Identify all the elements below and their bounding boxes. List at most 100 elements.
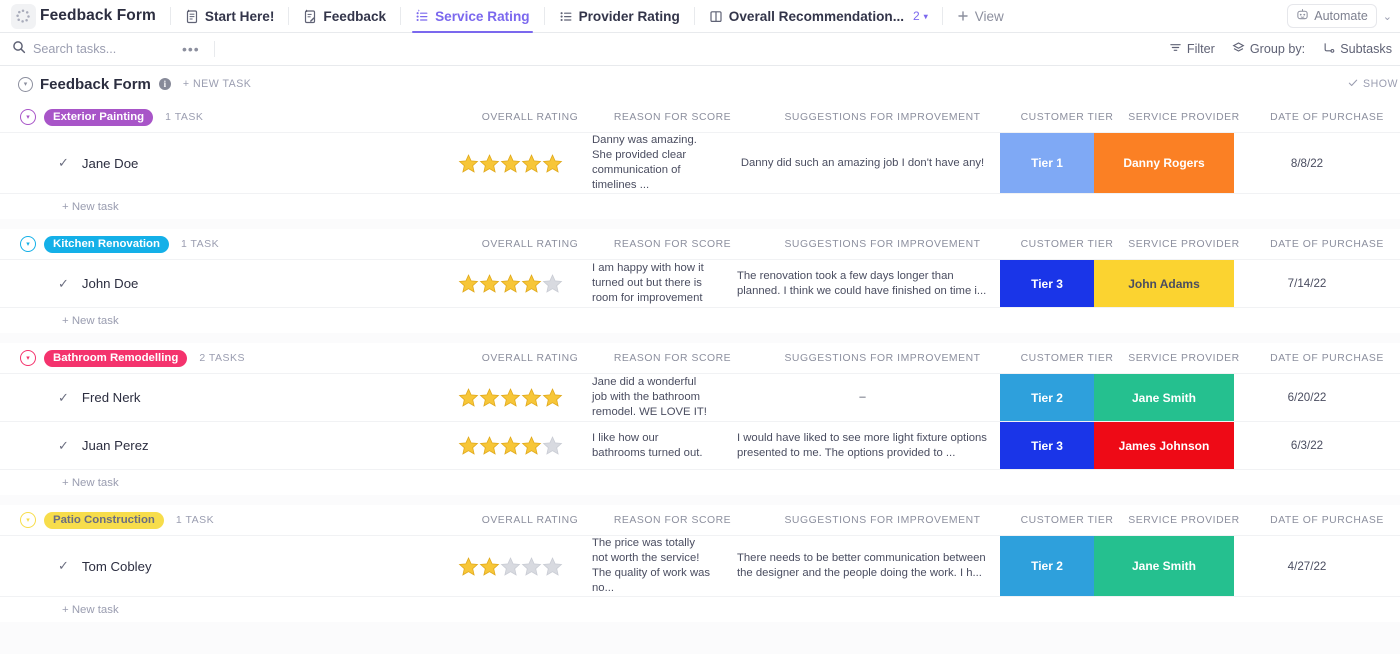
service-provider-cell[interactable]: Jane Smith [1094,374,1234,421]
column-header-tier[interactable]: CUSTOMER TIER [1020,112,1114,123]
suggestions-cell[interactable]: There needs to be better communication b… [725,536,1000,596]
suggestions-cell[interactable]: – [725,374,1000,421]
star-filled-icon[interactable] [521,273,542,294]
star-filled-icon[interactable] [458,435,479,456]
service-provider-cell[interactable]: Jane Smith [1094,536,1234,596]
star-rating[interactable] [458,153,563,174]
check-icon[interactable]: ✓ [58,155,69,171]
star-filled-icon[interactable] [521,435,542,456]
column-header-reason[interactable]: REASON FOR SCORE [600,353,745,364]
subtasks-button[interactable]: Subtasks [1322,41,1392,57]
check-icon[interactable]: ✓ [58,390,69,406]
star-filled-icon[interactable] [521,153,542,174]
table-row[interactable]: ✓Tom Cobley The price was totally not wor… [0,535,1400,596]
column-header-rating[interactable]: OVERALL RATING [460,239,600,250]
group-name-tag[interactable]: Bathroom Remodelling [44,350,187,367]
star-empty-icon[interactable] [521,556,542,577]
tab-service-rating[interactable]: Service Rating [401,0,543,32]
add-new-task-row[interactable]: + New task [0,596,1400,622]
suggestions-cell[interactable]: Danny did such an amazing job I don't ha… [725,133,1000,193]
tab-start-here[interactable]: Start Here! [171,0,289,32]
search-container[interactable] [12,40,182,59]
star-filled-icon[interactable] [479,387,500,408]
new-task-button[interactable]: + NEW TASK [183,78,251,90]
column-header-sugg[interactable]: SUGGESTIONS FOR IMPROVEMENT [745,112,1020,123]
date-of-purchase-cell[interactable]: 6/20/22 [1234,374,1380,421]
task-name-cell[interactable]: ✓Fred Nerk [0,374,440,421]
column-header-rating[interactable]: OVERALL RATING [460,353,600,364]
star-filled-icon[interactable] [458,273,479,294]
column-header-rating[interactable]: OVERALL RATING [460,112,600,123]
customer-tier-cell[interactable]: Tier 1 [1000,133,1094,193]
tab-provider-rating[interactable]: Provider Rating [545,0,694,32]
column-header-sugg[interactable]: SUGGESTIONS FOR IMPROVEMENT [745,239,1020,250]
star-filled-icon[interactable] [521,387,542,408]
group-name-tag[interactable]: Kitchen Renovation [44,236,169,253]
service-provider-cell[interactable]: John Adams [1094,260,1234,307]
check-icon[interactable]: ✓ [58,438,69,454]
table-row[interactable]: ✓John DoeI am happy with how it turned o… [0,259,1400,307]
overall-rating-cell[interactable] [440,422,580,469]
overall-rating-cell[interactable] [440,133,580,193]
customer-tier-cell[interactable]: Tier 3 [1000,260,1094,307]
add-new-task-row[interactable]: + New task [0,469,1400,495]
star-rating[interactable] [458,435,563,456]
chevron-down-icon[interactable]: ⌄ [1383,10,1392,23]
column-header-date[interactable]: DATE OF PURCHASE [1254,515,1400,526]
column-header-rating[interactable]: OVERALL RATING [460,515,600,526]
reason-for-score-cell[interactable]: I like how our bathrooms turned out. [580,422,725,469]
column-header-sugg[interactable]: SUGGESTIONS FOR IMPROVEMENT [745,353,1020,364]
tab-overall-recommendation[interactable]: Overall Recommendation... 2 ▾ [695,0,942,32]
star-rating[interactable] [458,556,563,577]
group-by-button[interactable]: Group by: [1232,41,1305,57]
column-header-date[interactable]: DATE OF PURCHASE [1254,239,1400,250]
reason-for-score-cell[interactable]: Danny was amazing. She provided clear co… [580,133,725,193]
task-name-cell[interactable]: ✓John Doe [0,260,440,307]
star-filled-icon[interactable] [500,153,521,174]
show-toggle-button[interactable]: SHOW [1348,78,1400,91]
add-view-button[interactable]: View [943,0,1018,32]
table-row[interactable]: ✓Jane Doe Danny was amazing. She provided… [0,132,1400,193]
add-new-task-row[interactable]: + New task [0,193,1400,219]
task-name-cell[interactable]: ✓Tom Cobley [0,536,440,596]
chevron-down-icon[interactable]: ▾ [924,12,928,21]
star-rating[interactable] [458,273,563,294]
tab-feedback[interactable]: Feedback [289,0,400,32]
customer-tier-cell[interactable]: Tier 2 [1000,374,1094,421]
date-of-purchase-cell[interactable]: 6/3/22 [1234,422,1380,469]
group-collapse-icon[interactable]: ▾ [20,109,36,125]
reason-for-score-cell[interactable]: Jane did a wonderful job with the bathro… [580,374,725,421]
column-header-tier[interactable]: CUSTOMER TIER [1020,239,1114,250]
star-empty-icon[interactable] [500,556,521,577]
search-input[interactable] [33,42,173,56]
check-icon[interactable]: ✓ [58,558,69,574]
column-header-date[interactable]: DATE OF PURCHASE [1254,112,1400,123]
column-header-tier[interactable]: CUSTOMER TIER [1020,353,1114,364]
table-row[interactable]: ✓Fred Nerk Jane did a wonderful job with … [0,373,1400,421]
star-filled-icon[interactable] [500,435,521,456]
reason-for-score-cell[interactable]: The price was totally not worth the serv… [580,536,725,596]
star-filled-icon[interactable] [542,153,563,174]
overall-rating-cell[interactable] [440,260,580,307]
chevron-down-circle-icon[interactable]: ▾ [18,77,33,92]
column-header-prov[interactable]: SERVICE PROVIDER [1114,239,1254,250]
column-header-reason[interactable]: REASON FOR SCORE [600,112,745,123]
add-new-task-row[interactable]: + New task [0,307,1400,333]
star-filled-icon[interactable] [500,387,521,408]
star-empty-icon[interactable] [542,273,563,294]
info-icon[interactable]: i [159,78,171,90]
column-header-prov[interactable]: SERVICE PROVIDER [1114,515,1254,526]
column-header-sugg[interactable]: SUGGESTIONS FOR IMPROVEMENT [745,515,1020,526]
star-filled-icon[interactable] [479,153,500,174]
customer-tier-cell[interactable]: Tier 3 [1000,422,1094,469]
star-filled-icon[interactable] [479,273,500,294]
group-name-tag[interactable]: Patio Construction [44,512,164,529]
star-filled-icon[interactable] [479,435,500,456]
date-of-purchase-cell[interactable]: 8/8/22 [1234,133,1380,193]
star-rating[interactable] [458,387,563,408]
workspace-logo[interactable] [6,0,40,32]
table-row[interactable]: ✓Juan PerezI like how our bathrooms turn… [0,421,1400,469]
date-of-purchase-cell[interactable]: 4/27/22 [1234,536,1380,596]
task-name-cell[interactable]: ✓Jane Doe [0,133,440,193]
overall-rating-cell[interactable] [440,536,580,596]
